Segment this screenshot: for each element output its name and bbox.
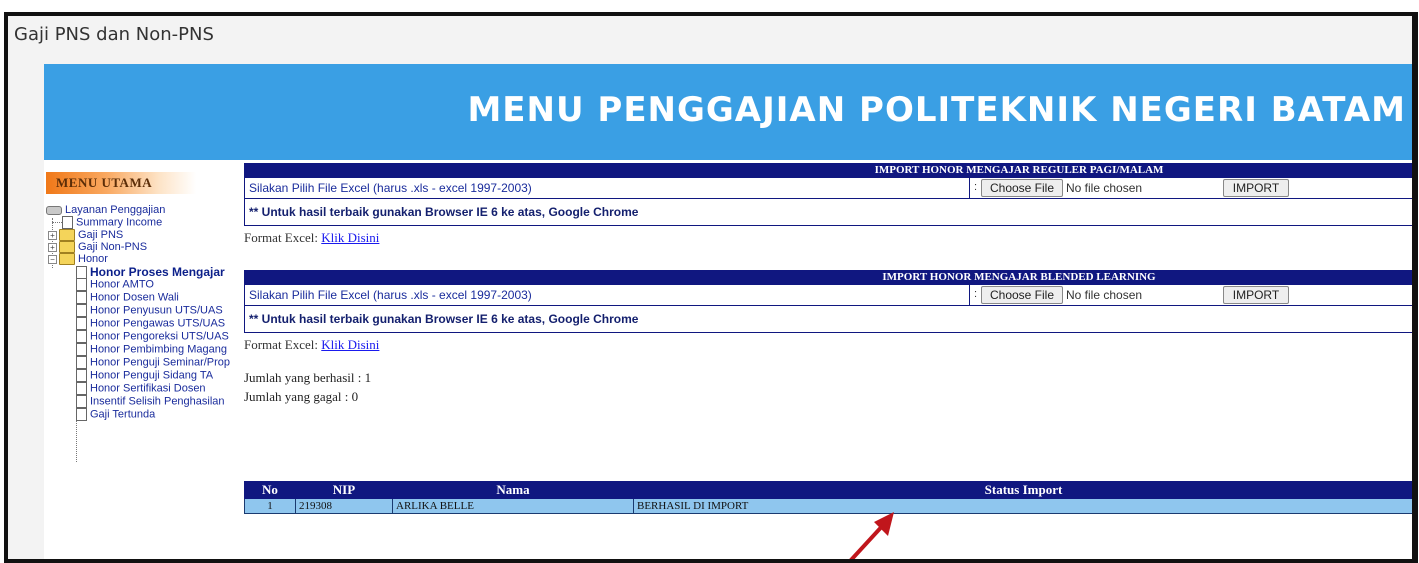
document-icon	[76, 395, 87, 408]
sidebar-item-honor-sertifikasi[interactable]: Honor Sertifikasi Dosen	[76, 382, 206, 395]
sidebar-item-layanan-penggajian[interactable]: Layanan Penggajian	[46, 204, 165, 216]
menu-utama-header: MENU UTAMA	[46, 172, 196, 194]
document-icon	[76, 343, 87, 356]
browser-note-reguler: ** Untuk hasil terbaik gunakan Browser I…	[244, 199, 1412, 226]
cell-no: 1	[244, 498, 296, 514]
document-icon	[76, 304, 87, 317]
section-header-reguler: IMPORT HONOR MENGAJAR REGULER PAGI/MALAM	[244, 163, 1412, 178]
file-label: Silakan Pilih File Excel (harus .xls - e…	[249, 181, 532, 195]
main-panel: MENU PENGGAJIAN POLITEKNIK NEGERI BATAM …	[44, 64, 1412, 559]
success-count: Jumlah yang berhasil : 1	[244, 370, 372, 385]
col-header-status: Status Import	[633, 481, 1412, 499]
choose-file-button[interactable]: Choose File	[981, 179, 1063, 197]
import-button[interactable]: IMPORT	[1223, 179, 1289, 197]
folder-icon	[59, 241, 75, 254]
document-icon	[76, 356, 87, 369]
no-file-text: No file chosen	[1066, 288, 1143, 302]
section-header-blended: IMPORT HONOR MENGAJAR BLENDED LEARNING	[244, 270, 1412, 285]
open-folder-icon	[59, 253, 75, 266]
window-title: Gaji PNS dan Non-PNS	[14, 24, 214, 45]
sidebar-item-summary-income[interactable]: Summary Income	[62, 216, 162, 229]
format-excel-blended: Format Excel: Klik Disini	[244, 337, 380, 352]
file-label: Silakan Pilih File Excel (harus .xls - e…	[249, 288, 532, 302]
expand-plus-icon[interactable]: +	[48, 242, 57, 252]
sidebar-item-gaji-tertunda[interactable]: Gaji Tertunda	[76, 408, 155, 421]
format-link[interactable]: Klik Disini	[321, 337, 379, 352]
col-header-nama: Nama	[392, 481, 634, 499]
banner: MENU PENGGAJIAN POLITEKNIK NEGERI BATAM	[44, 64, 1412, 160]
sidebar-item-honor-penguji-sidang[interactable]: Honor Penguji Sidang TA	[76, 369, 213, 382]
sidebar-item-honor-pengoreksi[interactable]: Honor Pengoreksi UTS/UAS	[76, 330, 229, 343]
file-row-reguler: Silakan Pilih File Excel (harus .xls - e…	[244, 178, 1412, 199]
sidebar-item-honor[interactable]: − Honor	[48, 253, 108, 266]
import-button[interactable]: IMPORT	[1223, 286, 1289, 304]
cell-nip: 219308	[295, 498, 393, 514]
cell-nama: ARLIKA BELLE	[392, 498, 634, 514]
no-file-text: No file chosen	[1066, 181, 1143, 195]
document-icon	[76, 317, 87, 330]
format-link[interactable]: Klik Disini	[321, 230, 379, 245]
expand-plus-icon[interactable]: +	[48, 230, 57, 240]
failed-count: Jumlah yang gagal : 0	[244, 389, 359, 404]
browser-note-blended: ** Untuk hasil terbaik gunakan Browser I…	[244, 306, 1412, 333]
sidebar-item-insentif[interactable]: Insentif Selisih Penghasilan	[76, 395, 225, 408]
sidebar-item-honor-dosen-wali[interactable]: Honor Dosen Wali	[76, 291, 179, 304]
sidebar: MENU UTAMA Layanan Penggajian Summary In…	[44, 160, 242, 559]
sidebar-item-honor-pembimbing-magang[interactable]: Honor Pembimbing Magang	[76, 343, 227, 356]
content-area: IMPORT HONOR MENGAJAR REGULER PAGI/MALAM…	[244, 160, 1412, 559]
choose-file-button[interactable]: Choose File	[981, 286, 1063, 304]
document-icon	[76, 369, 87, 382]
sidebar-item-honor-pengawas[interactable]: Honor Pengawas UTS/UAS	[76, 317, 225, 330]
file-row-blended: Silakan Pilih File Excel (harus .xls - e…	[244, 285, 1412, 306]
folder-icon	[59, 229, 75, 242]
sidebar-item-honor-penguji-seminar[interactable]: Honor Penguji Seminar/Prop	[76, 356, 230, 369]
col-header-no: No	[244, 481, 296, 499]
document-icon	[76, 382, 87, 395]
sidebar-item-honor-penyusun[interactable]: Honor Penyusun UTS/UAS	[76, 304, 223, 317]
sidebar-item-honor-amto[interactable]: Honor AMTO	[76, 278, 154, 291]
table-row: 1 219308 ARLIKA BELLE BERHASIL DI IMPORT	[244, 498, 1412, 514]
red-arrow-annotation	[849, 512, 894, 559]
document-icon	[62, 216, 73, 229]
document-icon	[76, 408, 87, 421]
window-frame: Gaji PNS dan Non-PNS MENU PENGGAJIAN POL…	[4, 12, 1418, 563]
collapse-minus-icon[interactable]: −	[48, 254, 57, 264]
col-header-nip: NIP	[295, 481, 393, 499]
sidebar-item-gaji-pns[interactable]: + Gaji PNS	[48, 229, 123, 242]
document-icon	[76, 330, 87, 343]
result-table: No NIP Nama Status Import 1 219308 ARLIK…	[244, 481, 1412, 514]
document-icon	[76, 291, 87, 304]
format-excel-reguler: Format Excel: Klik Disini	[244, 230, 380, 245]
document-icon	[76, 278, 87, 291]
drive-icon	[46, 205, 62, 215]
cell-status: BERHASIL DI IMPORT	[633, 498, 1412, 514]
banner-title: MENU PENGGAJIAN POLITEKNIK NEGERI BATAM	[467, 90, 1406, 130]
sidebar-item-gaji-non-pns[interactable]: + Gaji Non-PNS	[48, 241, 147, 254]
